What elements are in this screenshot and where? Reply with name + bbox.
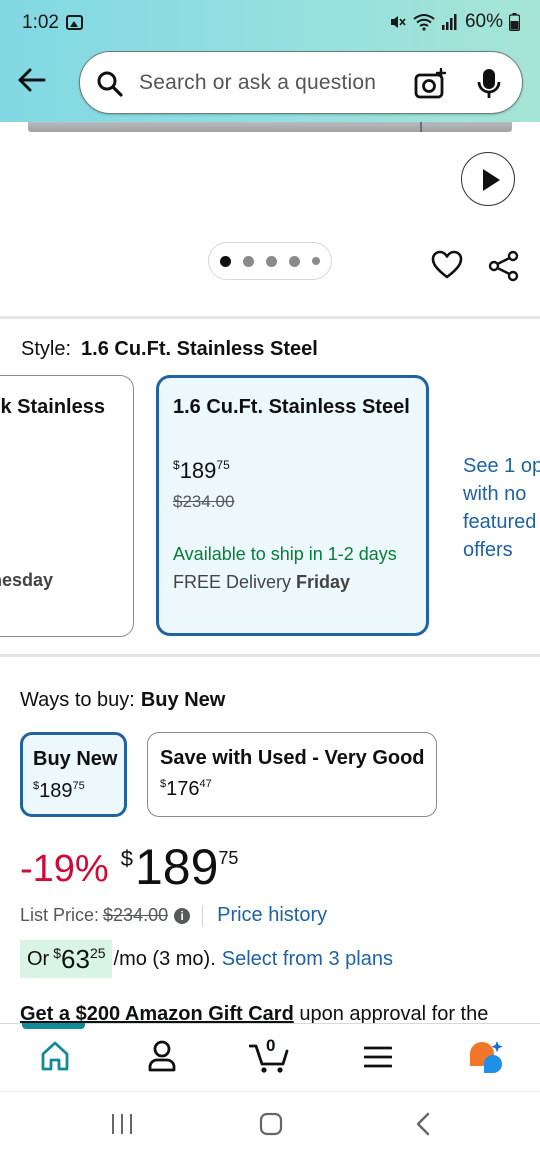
monthly-prefix: Or bbox=[27, 947, 50, 970]
buy-new-option-button[interactable]: Buy New $18975 bbox=[20, 732, 127, 817]
price-fraction: 47 bbox=[199, 778, 212, 790]
menu-icon[interactable] bbox=[364, 1046, 392, 1068]
list-price-label: List Price: bbox=[20, 905, 100, 925]
info-icon[interactable]: i bbox=[174, 907, 191, 924]
status-bar: 1:02 60% bbox=[0, 0, 540, 46]
search-icon bbox=[97, 71, 123, 97]
price-currency: $ bbox=[120, 846, 133, 871]
wifi-icon bbox=[413, 14, 435, 31]
carousel-dot bbox=[266, 255, 277, 267]
mute-icon bbox=[390, 16, 406, 28]
ways-to-buy-selected: Buy New bbox=[140, 689, 226, 711]
main-price: -19% $ 189 75 bbox=[20, 838, 238, 896]
used-option-button[interactable]: Save with Used - Very Good $17647 bbox=[147, 732, 437, 817]
status-icons: 60% bbox=[389, 11, 520, 33]
gift-card-offer-bold: Get a $200 Amazon Gift Card bbox=[20, 1003, 294, 1025]
price-fraction: 75 bbox=[72, 780, 85, 792]
bottom-nav: 0 bbox=[0, 1023, 540, 1091]
account-icon[interactable] bbox=[147, 1040, 177, 1072]
search-input[interactable]: Search or ask a question bbox=[79, 51, 523, 114]
carousel-dot bbox=[312, 257, 320, 265]
monthly-suffix: /mo (3 mo). bbox=[113, 947, 216, 970]
style-option-name: 1.6 Cu.Ft. Stainless Steel bbox=[173, 396, 410, 418]
style-label-row: Style: 1.6 Cu.Ft. Stainless Steel bbox=[21, 338, 318, 361]
separator bbox=[202, 904, 204, 927]
camera-search-icon[interactable] bbox=[414, 68, 448, 100]
gallery-notification-icon bbox=[66, 15, 83, 30]
price-currency: $ bbox=[173, 458, 180, 472]
style-option-delivery: nesday bbox=[0, 570, 53, 590]
see-more-line: See 1 op bbox=[463, 455, 540, 477]
price-currency: $ bbox=[53, 944, 62, 961]
signal-icon bbox=[441, 14, 457, 30]
carousel-dot bbox=[220, 255, 231, 267]
carousel-dot bbox=[243, 255, 254, 267]
see-more-line: featured bbox=[463, 511, 537, 533]
rufus-assistant-icon[interactable] bbox=[466, 1038, 506, 1078]
style-option-name: k Stainless bbox=[0, 396, 105, 418]
select-plans-link[interactable]: Select from 3 plans bbox=[222, 948, 393, 971]
search-placeholder: Search or ask a question bbox=[139, 71, 377, 94]
ways-to-buy-row: Ways to buy: Buy New bbox=[20, 689, 225, 712]
style-option-price: $18975 bbox=[173, 458, 230, 484]
price-whole: 176 bbox=[166, 778, 200, 800]
ways-to-buy-label: Ways to buy: bbox=[20, 689, 135, 711]
list-price-row: List Price: $234.00 i Price history bbox=[20, 904, 327, 927]
see-more-line: with no bbox=[463, 483, 527, 505]
battery-icon bbox=[509, 13, 520, 31]
share-icon[interactable] bbox=[488, 250, 520, 282]
status-time: 1:02 bbox=[22, 12, 59, 33]
price-history-link[interactable]: Price history bbox=[217, 904, 327, 927]
style-option-card-selected[interactable]: 1.6 Cu.Ft. Stainless Steel $18975 $234.0… bbox=[156, 375, 429, 636]
recent-apps-icon[interactable] bbox=[110, 1112, 134, 1136]
price-whole: 189 bbox=[39, 780, 73, 802]
monthly-amount: $6325 bbox=[53, 944, 105, 975]
microphone-icon[interactable] bbox=[476, 67, 502, 101]
style-option-list-price: $234.00 bbox=[173, 492, 235, 511]
monthly-amount-highlight: Or $6325 bbox=[20, 940, 112, 978]
section-divider bbox=[0, 316, 540, 319]
option-title: Save with Used - Very Good bbox=[160, 747, 425, 769]
discount-percent: -19% bbox=[20, 848, 109, 890]
price-whole: 189 bbox=[134, 839, 219, 895]
section-divider bbox=[0, 654, 540, 657]
home-icon[interactable] bbox=[40, 1040, 70, 1072]
option-price: $17647 bbox=[160, 778, 212, 801]
carousel-dot bbox=[289, 255, 300, 267]
list-price-value: $234.00 bbox=[103, 905, 169, 925]
image-carousel-indicator[interactable] bbox=[208, 242, 332, 280]
price-whole: 189 bbox=[179, 458, 217, 483]
price-fraction: 75 bbox=[216, 458, 230, 472]
delivery-prefix: FREE Delivery bbox=[173, 572, 297, 592]
option-title: Buy New bbox=[33, 748, 118, 770]
product-image[interactable] bbox=[28, 122, 512, 132]
battery-percent: 60% bbox=[464, 11, 503, 32]
see-more-options-link[interactable]: See 1 op with no featured offers bbox=[463, 452, 540, 564]
delivery-text: FREE Delivery Friday bbox=[173, 572, 350, 593]
availability-text: Available to ship in 1-2 days bbox=[173, 544, 397, 564]
see-more-line: offers bbox=[463, 539, 513, 561]
back-button-icon[interactable] bbox=[413, 1112, 433, 1136]
active-tab-indicator bbox=[22, 1023, 85, 1029]
price-fraction: 75 bbox=[218, 848, 239, 868]
price-whole: 63 bbox=[61, 943, 90, 974]
cart-count: 0 bbox=[266, 1036, 276, 1055]
price-fraction: 25 bbox=[89, 944, 106, 961]
delivery-day: Friday bbox=[296, 572, 351, 592]
monthly-payment-row: Or $6325 /mo (3 mo). Select from 3 plans bbox=[20, 940, 393, 978]
style-selected-value: 1.6 Cu.Ft. Stainless Steel bbox=[81, 338, 318, 360]
option-price: $18975 bbox=[33, 780, 85, 803]
gift-card-offer-rest: upon approval for the bbox=[293, 1003, 489, 1025]
play-video-button[interactable] bbox=[461, 152, 515, 206]
style-label: Style: bbox=[21, 338, 72, 360]
home-button-icon[interactable] bbox=[259, 1112, 283, 1136]
back-arrow-icon[interactable] bbox=[14, 62, 50, 98]
app-header: 1:02 60% Search or ask a question bbox=[0, 0, 540, 122]
style-option-card[interactable]: k Stainless nesday bbox=[0, 375, 134, 637]
heart-icon[interactable] bbox=[431, 250, 463, 280]
system-nav-bar bbox=[0, 1091, 540, 1158]
